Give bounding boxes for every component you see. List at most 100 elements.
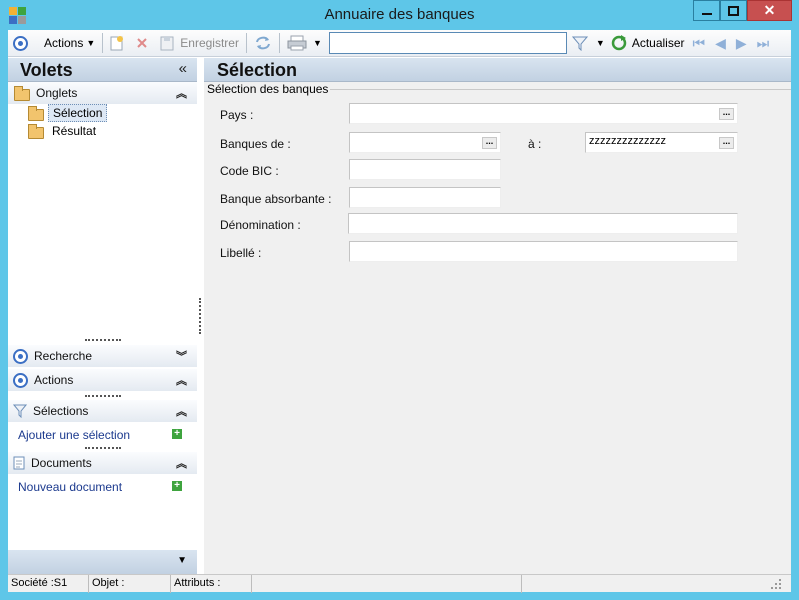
actions-menu-button[interactable]: Actions ▼ [41, 32, 98, 54]
vertical-splitter[interactable] [199, 298, 201, 334]
chevron-down-double-icon[interactable]: ︾ [176, 348, 187, 364]
banque-absorbante-field[interactable] [349, 187, 501, 208]
denomination-label: Dénomination : [220, 218, 301, 232]
status-empty-cell [522, 575, 771, 593]
new-document-icon [110, 36, 124, 51]
filter-funnel-icon [13, 404, 27, 418]
status-objet: Objet : [89, 575, 171, 593]
chevron-down-icon: ▼ [86, 38, 96, 48]
app-window: Annuaire des banques ✕ Actions ▼ Enregis… [0, 0, 799, 600]
resize-grip-icon[interactable] [771, 579, 783, 591]
chevron-up-double-icon[interactable]: ︽ [176, 403, 187, 419]
page-title: Sélection [217, 60, 298, 80]
section-onglets-label: Onglets [36, 86, 78, 100]
window-title: Annuaire des banques [324, 6, 475, 23]
new-document-plus-icon[interactable]: + [172, 481, 182, 491]
maximize-icon [728, 5, 739, 16]
collapse-panel-icon[interactable]: « [179, 60, 187, 77]
circle-target-icon [13, 35, 28, 51]
save-button[interactable]: Enregistrer [157, 32, 242, 54]
section-recherche-label: Recherche [34, 349, 93, 363]
chevron-up-double-icon[interactable]: ︽ [176, 85, 187, 101]
add-selection-plus-icon[interactable]: + [172, 429, 182, 439]
code-bic-field[interactable] [349, 159, 501, 180]
sync-button[interactable] [251, 32, 275, 54]
add-selection-link[interactable]: Ajouter une sélection [18, 428, 130, 442]
group-divider [314, 89, 791, 90]
group-title: Sélection des banques [207, 82, 331, 96]
filter-funnel-icon [571, 36, 588, 51]
open-folder-icon [28, 105, 44, 121]
last-record-icon[interactable]: ⏭ [757, 35, 770, 52]
toolbar: Actions ▼ Enregistrer ▼ ▼ Actualiser ⏮ ◀… [8, 30, 791, 57]
browse-button[interactable]: ... [719, 137, 734, 149]
browse-button[interactable]: ... [482, 137, 497, 149]
section-documents-label: Documents [31, 456, 92, 470]
chevron-up-double-icon[interactable]: ︽ [176, 372, 187, 388]
left-panel: Volets « Onglets ︽ Sélection Résultat Re… [8, 58, 197, 574]
close-icon: ✕ [763, 2, 776, 18]
refresh-button[interactable]: Actualiser [608, 32, 688, 54]
folder-icon [28, 123, 44, 139]
close-button[interactable]: ✕ [747, 0, 792, 21]
libelle-field[interactable] [349, 241, 738, 262]
minimize-icon [701, 12, 712, 15]
splitter-grip[interactable] [85, 447, 121, 450]
client-area: Actions ▼ Enregistrer ▼ ▼ Actualiser ⏮ ◀… [8, 30, 791, 593]
panel-footer: ▼ [8, 550, 197, 574]
delete-button[interactable] [133, 32, 151, 54]
search-input[interactable] [328, 32, 567, 54]
libelle-label: Libellé : [220, 246, 262, 260]
printer-icon [287, 35, 307, 51]
toolbar-separator [245, 33, 247, 53]
section-actions-header[interactable]: Actions ︽ [8, 369, 197, 391]
banques-de-field[interactable]: ... [349, 132, 501, 153]
refresh-icon [611, 35, 627, 51]
tree-item-selection[interactable]: Sélection [28, 104, 108, 122]
chevron-down-icon[interactable]: ▼ [177, 555, 187, 566]
chevron-up-double-icon[interactable]: ︽ [176, 455, 187, 471]
splitter-grip[interactable] [85, 395, 121, 398]
browse-button[interactable]: ... [719, 108, 734, 120]
document-icon [13, 456, 25, 470]
status-societe: Société :S1 [8, 575, 89, 593]
folder-icon [14, 85, 30, 101]
new-button[interactable] [107, 32, 127, 54]
nav-circle-button[interactable] [10, 32, 31, 54]
circle-target-icon [13, 348, 28, 364]
splitter-grip[interactable] [85, 339, 121, 342]
tree-item-resultat[interactable]: Résultat [28, 122, 100, 140]
a-field[interactable]: zzzzzzzzzzzzzz ... [585, 132, 738, 153]
tree-item-label: Résultat [52, 124, 97, 138]
previous-record-icon[interactable]: ◀ [715, 35, 726, 52]
section-recherche-header[interactable]: Recherche ︾ [8, 345, 197, 367]
banques-de-label: Banques de : [220, 137, 291, 151]
maximize-button[interactable] [720, 0, 747, 21]
minimize-button[interactable] [693, 0, 720, 21]
tree-item-label: Sélection [48, 104, 108, 122]
first-record-icon[interactable]: ⏮ [693, 35, 706, 52]
title-bar[interactable]: Annuaire des banques ✕ [0, 0, 799, 30]
next-record-icon[interactable]: ▶ [736, 35, 747, 52]
denomination-field[interactable] [348, 213, 738, 234]
actions-menu-label: Actions [44, 36, 84, 50]
section-onglets-header[interactable]: Onglets ︽ [8, 82, 197, 104]
print-button[interactable]: ▼ [284, 32, 325, 54]
status-bar: Société :S1 Objet : Attributs : [8, 574, 791, 593]
filter-button[interactable]: ▼ [569, 32, 608, 54]
section-selections-label: Sélections [33, 404, 89, 418]
pays-field[interactable]: ... [349, 103, 738, 124]
section-selections-header[interactable]: Sélections ︽ [8, 400, 197, 422]
banque-absorbante-label: Banque absorbante : [220, 192, 332, 206]
main-header: Sélection [204, 58, 791, 82]
section-documents-header[interactable]: Documents ︽ [8, 452, 197, 474]
section-actions-label: Actions [34, 373, 74, 387]
toolbar-separator [278, 33, 280, 53]
delete-icon [137, 38, 147, 48]
pays-label: Pays : [220, 108, 254, 122]
a-label: à : [528, 137, 542, 151]
new-document-link[interactable]: Nouveau document [18, 480, 122, 494]
circle-target-icon [13, 372, 28, 388]
status-empty-cell [252, 575, 522, 593]
refresh-label: Actualiser [631, 36, 685, 50]
